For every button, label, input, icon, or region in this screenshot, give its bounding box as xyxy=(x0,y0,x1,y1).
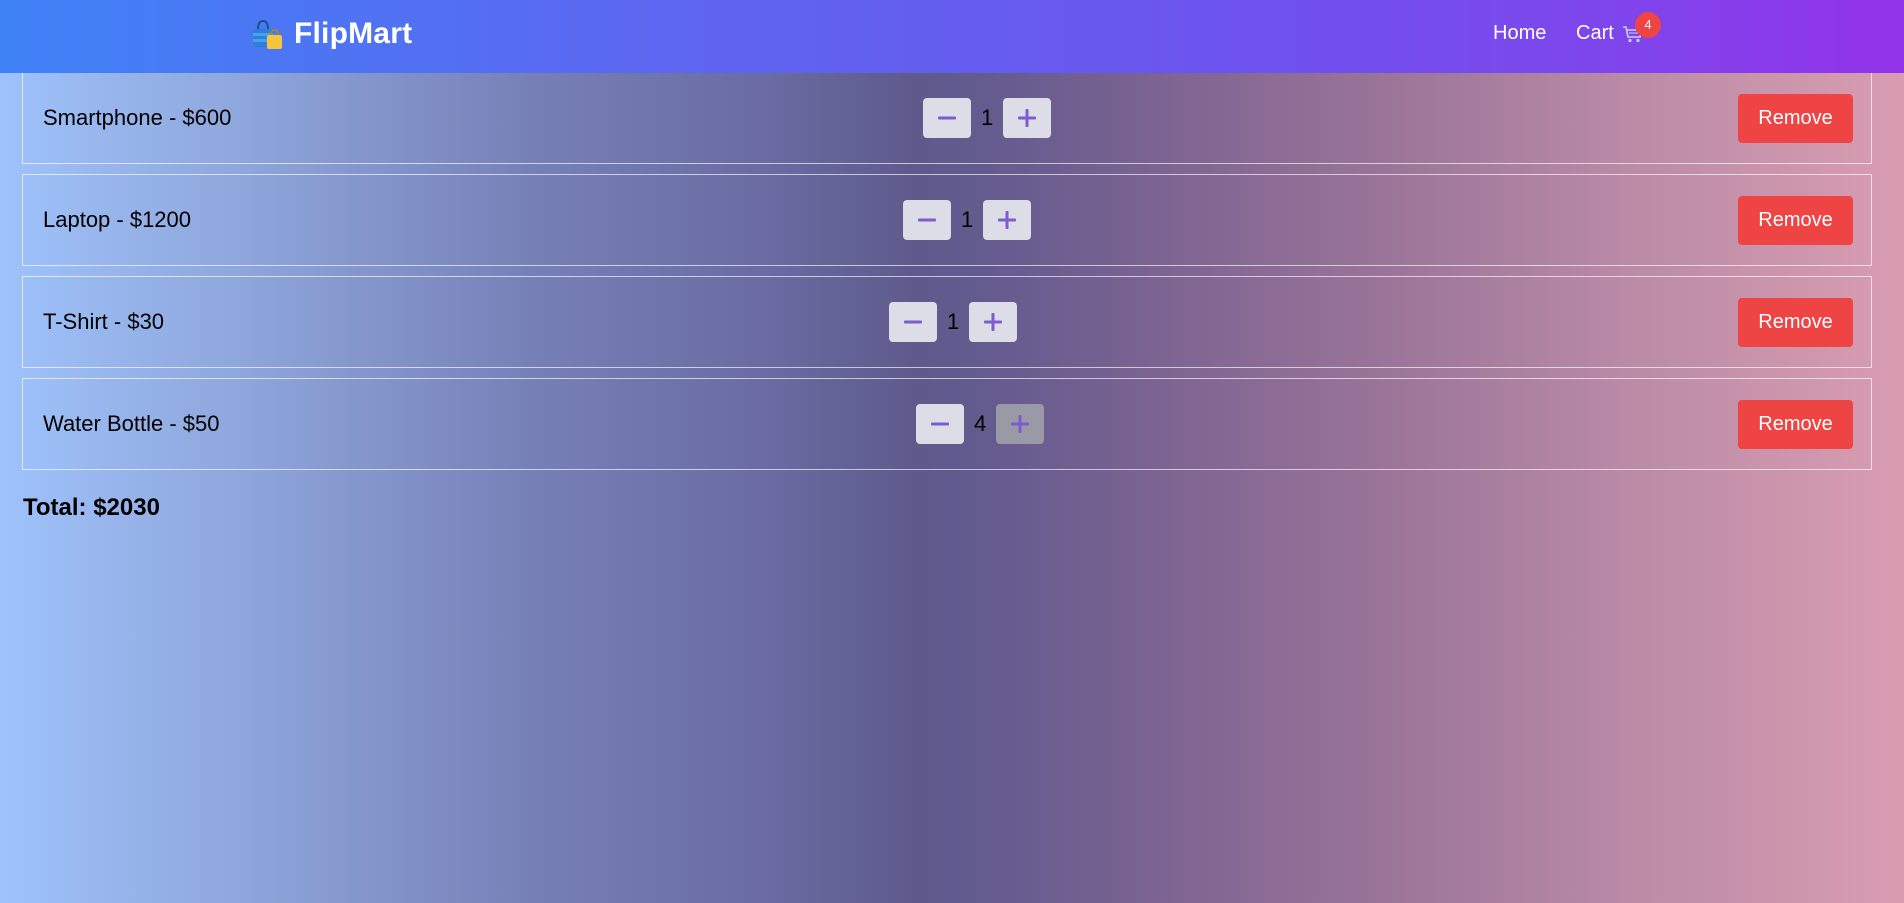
quantity-value: 1 xyxy=(947,309,960,334)
increment-button[interactable] xyxy=(969,302,1018,342)
quantity-value: 1 xyxy=(981,105,994,130)
cart-count-badge: 4 xyxy=(1635,12,1661,38)
quantity-value: 1 xyxy=(961,207,974,232)
remove-button[interactable]: Remove xyxy=(1738,298,1853,347)
increment-button[interactable] xyxy=(996,404,1045,444)
quantity-stepper: 4 xyxy=(916,404,1045,444)
quantity-stepper: 1 xyxy=(923,98,1052,138)
brand-logo[interactable]: FlipMart xyxy=(250,14,412,54)
plus-icon xyxy=(1018,109,1037,127)
cart-item: Smartphone - $600 1 Remove xyxy=(22,73,1872,164)
minus-icon xyxy=(931,422,949,426)
decrement-button[interactable] xyxy=(923,98,971,138)
remove-button[interactable]: Remove xyxy=(1738,196,1853,245)
minus-icon xyxy=(904,320,922,324)
quantity-stepper: 1 xyxy=(889,302,1018,342)
quantity-value: 4 xyxy=(974,411,987,436)
cart-item-label: Water Bottle - $50 xyxy=(43,411,220,436)
quantity-stepper: 1 xyxy=(903,200,1032,240)
decrement-button[interactable] xyxy=(916,404,964,444)
cart-total: Total: $2030 xyxy=(23,494,160,521)
cart-item-label: Laptop - $1200 xyxy=(43,207,192,232)
increment-button[interactable] xyxy=(983,200,1032,240)
cart-item: T-Shirt - $30 1 Remove xyxy=(22,276,1872,368)
remove-button[interactable]: Remove xyxy=(1738,400,1853,449)
remove-button[interactable]: Remove xyxy=(1738,94,1853,143)
brand-name: FlipMart xyxy=(294,17,413,50)
decrement-button[interactable] xyxy=(903,200,951,240)
plus-icon xyxy=(1011,415,1030,433)
navbar: FlipMart Home Cart 4 xyxy=(0,0,1904,73)
minus-icon xyxy=(938,116,956,120)
increment-button[interactable] xyxy=(1003,98,1052,138)
cart-item-label: T-Shirt - $30 xyxy=(43,309,165,334)
minus-icon xyxy=(918,218,936,222)
cart-list: Smartphone - $600 1 Remove Laptop - $120… xyxy=(22,73,1872,480)
cart-item: Water Bottle - $50 4 Remove xyxy=(22,378,1872,470)
cart-item-label: Smartphone - $600 xyxy=(43,105,232,130)
plus-icon xyxy=(998,211,1017,229)
cart-item: Laptop - $1200 1 Remove xyxy=(22,174,1872,266)
plus-icon xyxy=(984,313,1003,331)
nav-cart-link[interactable]: Cart xyxy=(1576,20,1614,46)
nav-home-link[interactable]: Home xyxy=(1493,20,1546,46)
shopping-bags-icon xyxy=(250,17,284,51)
decrement-button[interactable] xyxy=(889,302,937,342)
